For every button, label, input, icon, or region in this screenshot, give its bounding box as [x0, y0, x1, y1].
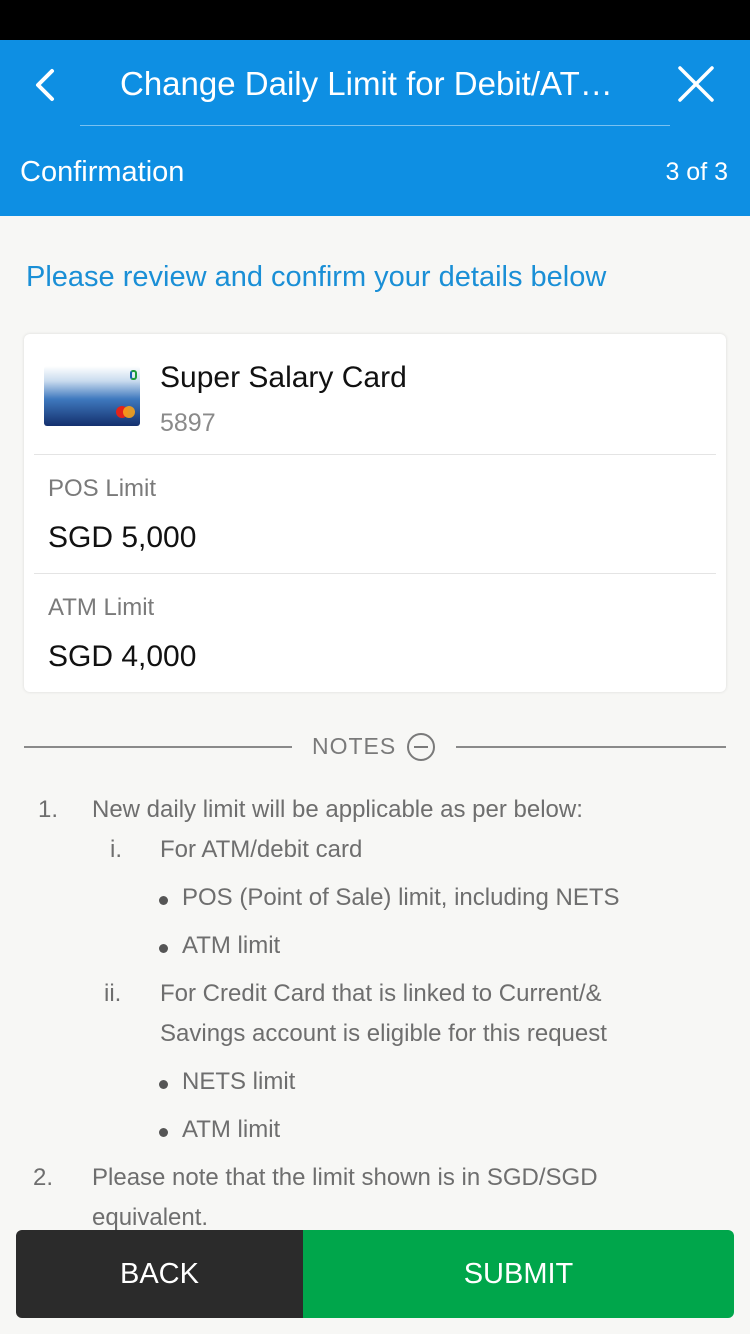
note-text: Please note that the limit shown is in S…: [92, 1164, 598, 1191]
pos-limit-value: SGD 5,000: [48, 521, 197, 554]
note-bullet: POS (Point of Sale) limit, including NET…: [182, 884, 620, 911]
notes-header: NOTES: [24, 726, 726, 766]
card-name: Super Salary Card: [160, 361, 407, 394]
card-number: 5897: [160, 409, 216, 437]
card-summary: Super Salary Card 5897 POS Limit SGD 5,0…: [24, 334, 726, 692]
note-bullet: ATM limit: [182, 1116, 281, 1143]
close-button[interactable]: [672, 60, 720, 108]
page-title: Change Daily Limit for Debit/ATM Card: [80, 60, 670, 126]
review-heading: Please review and confirm your details b…: [26, 261, 607, 293]
bullet-icon: [159, 896, 168, 905]
minus-circle-icon: [407, 733, 435, 761]
note-number: 1.: [38, 796, 59, 823]
bullet-icon: [159, 1080, 168, 1089]
action-bar: BACK SUBMIT: [16, 1230, 734, 1318]
note-number: i.: [110, 836, 122, 863]
divider: [24, 746, 292, 748]
pos-limit-label: POS Limit: [48, 475, 157, 502]
notes-collapse-button[interactable]: [406, 732, 436, 762]
step-label: Confirmation: [20, 156, 185, 188]
back-button[interactable]: BACK: [16, 1230, 303, 1318]
status-bar: [0, 0, 750, 40]
bullet-icon: [159, 1128, 168, 1137]
note-text: For Credit Card that is linked to Curren…: [160, 980, 602, 1007]
step-count: 3 of 3: [665, 158, 728, 186]
note-number: 2.: [33, 1164, 54, 1191]
divider: [456, 746, 726, 748]
note-number: ii.: [104, 980, 122, 1007]
note-text: Savings account is eligible for this req…: [160, 1020, 607, 1047]
chevron-left-icon: [36, 69, 54, 101]
header: Change Daily Limit for Debit/ATM Card Co…: [0, 40, 750, 216]
note-text: For ATM/debit card: [160, 836, 363, 863]
divider: [34, 573, 716, 574]
back-arrow-button[interactable]: [22, 62, 68, 108]
note-text: New daily limit will be applicable as pe…: [92, 796, 583, 823]
note-bullet: ATM limit: [182, 932, 281, 959]
note-bullet: NETS limit: [182, 1068, 296, 1095]
divider: [34, 454, 716, 455]
atm-limit-label: ATM Limit: [48, 594, 155, 621]
notes-label: NOTES: [312, 733, 397, 759]
bank-logo-icon: [130, 370, 137, 380]
atm-limit-value: SGD 4,000: [48, 640, 197, 673]
card-thumbnail: [44, 366, 140, 426]
close-icon: [678, 66, 714, 102]
bullet-icon: [159, 944, 168, 953]
submit-button[interactable]: SUBMIT: [303, 1230, 734, 1318]
